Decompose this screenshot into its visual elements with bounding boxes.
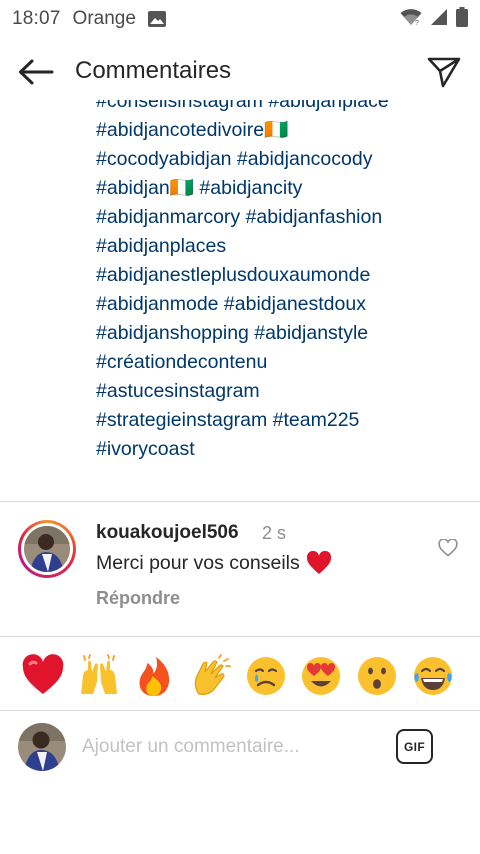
caption-line[interactable]: #astucesinstagram [96, 377, 466, 406]
heart-outline-icon [438, 538, 458, 557]
fire-emoji-button[interactable] [131, 653, 177, 699]
comment-text: Merci pour vos conseils [96, 551, 300, 574]
signal-icon [430, 8, 448, 31]
emoji-quick-bar [0, 645, 480, 705]
send-icon [427, 57, 461, 88]
status-bar: 18:07 Orange ? [0, 0, 480, 38]
comment-timestamp: 2 s [262, 523, 287, 543]
page-title: Commentaires [75, 57, 232, 84]
heart-eyes-emoji-button[interactable] [298, 653, 344, 699]
caption-line[interactable]: #abidjancotedivoire🇨🇮 [96, 116, 466, 145]
header: Commentaires [0, 44, 480, 100]
comment-item: kouakoujoel506 2 s Merci pour vos consei… [0, 503, 480, 635]
comment-composer: GIF [0, 711, 480, 781]
svg-text:?: ? [415, 20, 419, 26]
reply-button[interactable]: Répondre [96, 588, 180, 609]
wifi-icon: ? [400, 8, 422, 31]
tears-of-joy-emoji-button[interactable] [410, 653, 456, 699]
divider [0, 636, 480, 637]
back-button[interactable] [16, 56, 56, 88]
like-comment-button[interactable] [438, 538, 458, 557]
caption-line[interactable]: #strategieinstagram #team225 [96, 406, 466, 435]
clapping-hands-emoji-button[interactable] [188, 653, 234, 699]
post-caption: #conseilsinstagram #abidjanplace #abidja… [96, 100, 466, 485]
arrow-left-icon [19, 59, 54, 85]
image-icon [147, 11, 166, 27]
caption-line[interactable]: #abidjanplaces [96, 232, 466, 261]
comment-username[interactable]: kouakoujoel506 [96, 522, 239, 544]
caption-line[interactable]: #abidjanestleplusdouxaumonde [96, 261, 466, 290]
red-heart-emoji-button[interactable] [20, 653, 66, 699]
caption-line[interactable]: #créationdecontenu [96, 348, 466, 377]
gif-button[interactable]: GIF [396, 729, 433, 764]
caption-line[interactable]: #ivorycoast [96, 435, 466, 464]
divider [0, 501, 480, 502]
avatar[interactable] [18, 520, 76, 578]
caption-line[interactable]: #abidjanshopping #abidjanstyle [96, 319, 466, 348]
avatar [18, 723, 66, 771]
caption-line[interactable]: #cocodyabidjan #abidjancocody [96, 145, 466, 174]
caption-line[interactable]: #conseilsinstagram #abidjanplace [96, 100, 466, 116]
battery-icon [456, 6, 468, 32]
caption-line[interactable]: #abidjanmarcory #abidjanfashion [96, 203, 466, 232]
red-heart-icon [306, 550, 332, 575]
caption-line[interactable]: #abidjanmode #abidjanestdoux [96, 290, 466, 319]
comment-input[interactable] [82, 731, 382, 763]
raising-hands-emoji-button[interactable] [76, 653, 122, 699]
caption-line[interactable]: #abidjan🇨🇮 #abidjancity [96, 174, 466, 203]
comment-body: Merci pour vos conseils [96, 550, 332, 575]
status-carrier: Orange [72, 8, 136, 29]
surprised-face-emoji-button[interactable] [354, 653, 400, 699]
share-button[interactable] [426, 54, 462, 90]
status-time: 18:07 [12, 8, 61, 29]
crying-face-emoji-button[interactable] [243, 653, 289, 699]
